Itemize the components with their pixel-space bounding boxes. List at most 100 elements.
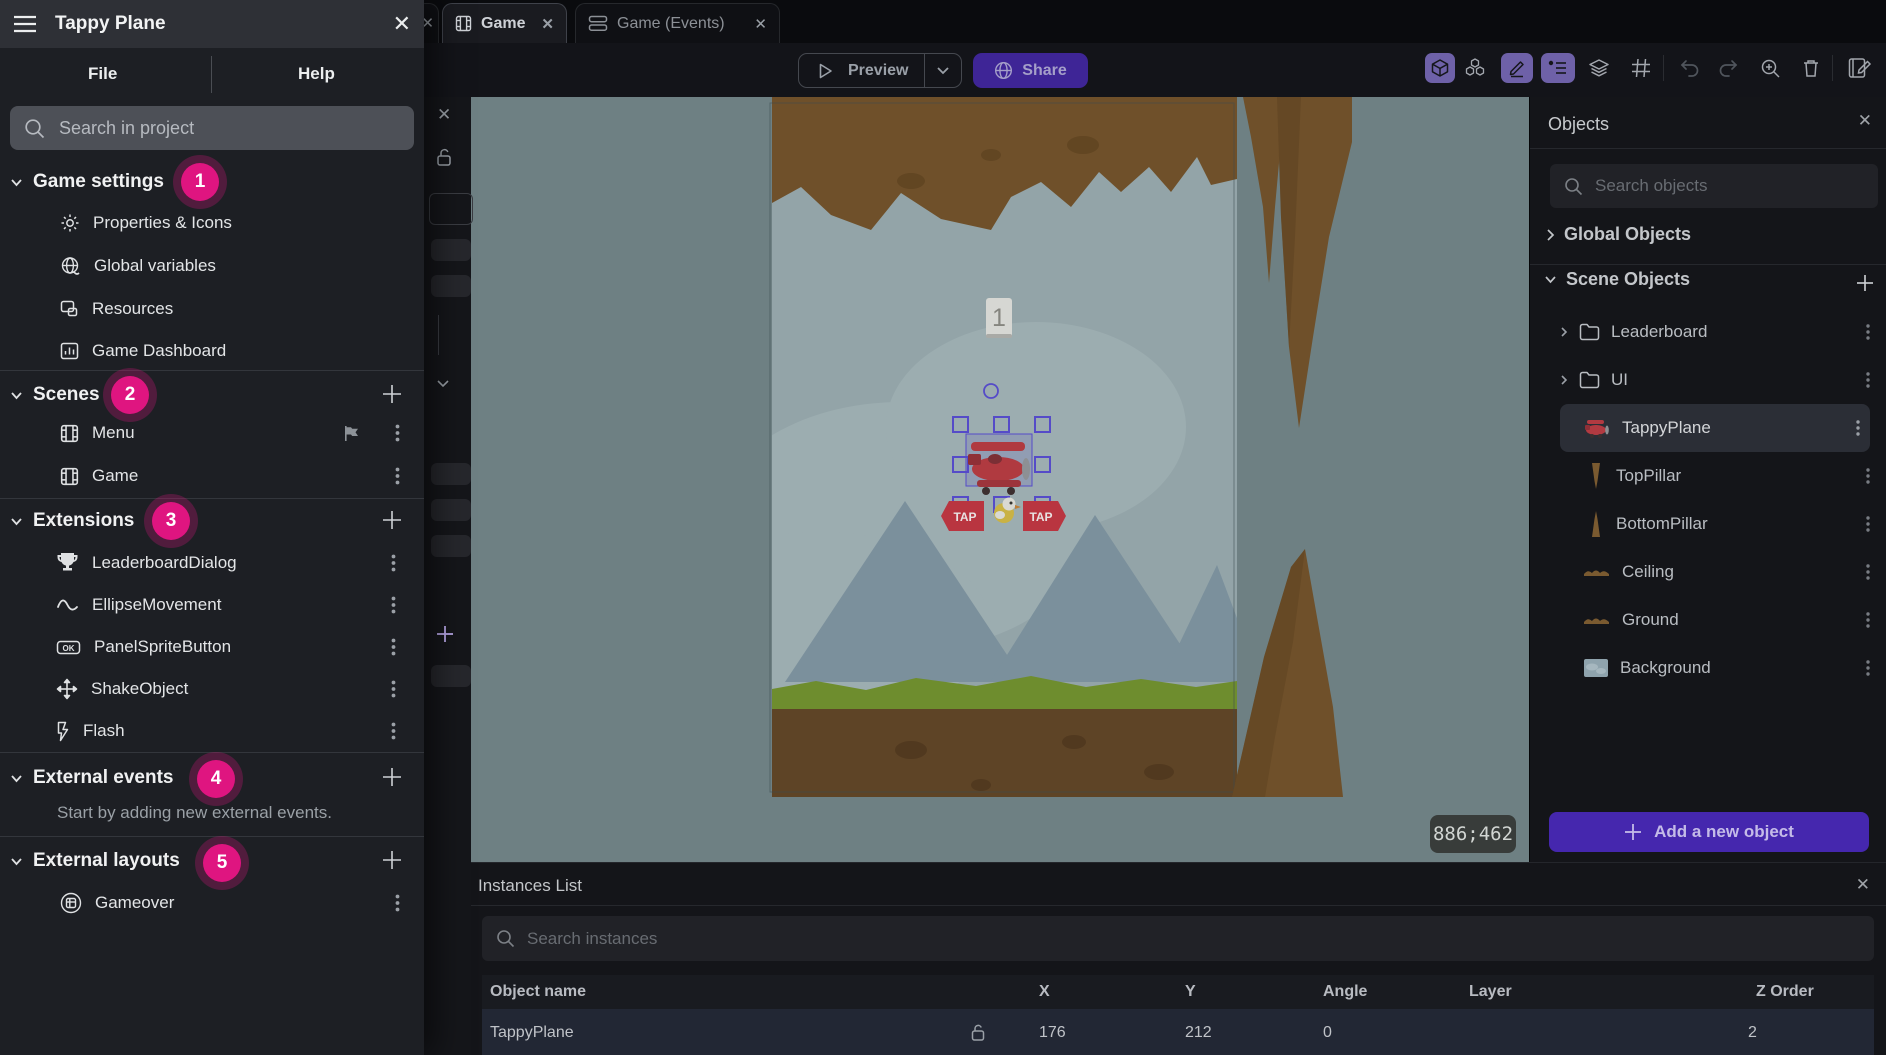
instance-angle[interactable]: 0 xyxy=(1323,1009,1332,1055)
item-resources[interactable]: Resources xyxy=(60,292,173,326)
layout-row-gameover[interactable]: Gameover xyxy=(60,886,400,920)
menu-help[interactable]: Help xyxy=(298,64,335,84)
extension-row-flash[interactable]: Flash xyxy=(56,714,396,748)
add-object-plus-icon[interactable] xyxy=(1853,271,1877,295)
zoom-in-button[interactable] xyxy=(1755,53,1785,83)
chevron-down-icon[interactable] xyxy=(436,379,450,388)
lock-open-icon[interactable] xyxy=(435,147,453,167)
object-row-tappyplane[interactable]: TappyPlane xyxy=(1560,404,1870,452)
redo-button[interactable] xyxy=(1713,53,1743,83)
object-row-ui[interactable]: UI xyxy=(1560,356,1870,404)
object-row-bottompillar[interactable]: BottomPillar xyxy=(1560,500,1870,548)
section-external-events[interactable]: External events xyxy=(10,762,173,794)
object-row-leaderboard[interactable]: Leaderboard xyxy=(1560,308,1870,356)
add-scene-button[interactable] xyxy=(380,382,404,406)
tap-button-left[interactable]: TAP xyxy=(941,501,984,531)
item-properties-icons[interactable]: Properties & Icons xyxy=(60,206,232,240)
kebab-menu-icon[interactable] xyxy=(1856,420,1860,436)
column-header[interactable]: X xyxy=(1039,975,1050,1009)
add-new-object-button[interactable]: Add a new object xyxy=(1549,812,1869,852)
undo-button[interactable] xyxy=(1675,53,1705,83)
close-tab-icon[interactable]: ✕ xyxy=(541,15,554,33)
share-button[interactable]: Share xyxy=(973,53,1088,88)
section-extensions[interactable]: Extensions xyxy=(10,505,134,537)
column-header[interactable]: Angle xyxy=(1323,975,1367,1009)
tappy-plane-instance[interactable] xyxy=(966,434,1032,495)
delete-button[interactable] xyxy=(1796,53,1826,83)
item-game-dashboard[interactable]: Game Dashboard xyxy=(60,334,226,368)
column-header[interactable]: Y xyxy=(1185,975,1196,1009)
object-row-ground[interactable]: Ground xyxy=(1560,596,1870,644)
scene-objects-header[interactable]: Scene Objects xyxy=(1544,269,1690,290)
lock-open-icon[interactable] xyxy=(970,1009,986,1055)
top-pillar-object[interactable] xyxy=(1243,97,1352,428)
extension-row-leaderboarddialog[interactable]: LeaderboardDialog xyxy=(56,546,396,580)
add-external-layout-button[interactable] xyxy=(380,848,404,872)
tap-button-right[interactable]: TAP xyxy=(1023,501,1066,531)
kebab-menu-icon[interactable] xyxy=(1866,324,1870,340)
section-game-settings[interactable]: Game settings xyxy=(10,166,164,198)
close-tab-icon[interactable]: ✕ xyxy=(754,15,767,33)
close-drawer-icon[interactable]: ✕ xyxy=(393,11,411,37)
instance-zorder[interactable]: 2 xyxy=(1748,1009,1757,1055)
kebab-menu-icon[interactable] xyxy=(395,424,400,442)
kebab-menu-icon[interactable] xyxy=(391,722,396,740)
column-header[interactable]: Z Order xyxy=(1756,975,1814,1009)
ground-dirt[interactable] xyxy=(772,697,1237,797)
object-row-ceiling[interactable]: Ceiling xyxy=(1560,548,1870,596)
kebab-menu-icon[interactable] xyxy=(1866,612,1870,628)
extension-row-ellipsemovement[interactable]: EllipseMovement xyxy=(56,588,396,622)
extension-row-panelspritebutton[interactable]: OK PanelSpriteButton xyxy=(56,630,396,664)
kebab-menu-icon[interactable] xyxy=(391,554,396,572)
preview-button[interactable]: Preview xyxy=(798,53,962,88)
edit-scene-events-button[interactable] xyxy=(1845,53,1875,83)
instance-row-tappyplane[interactable]: TappyPlane 176 212 0 2 xyxy=(482,1009,1874,1055)
section-scenes[interactable]: Scenes xyxy=(10,379,100,411)
column-header[interactable]: Object name xyxy=(490,975,586,1009)
search-in-project-input[interactable]: Search in project xyxy=(10,106,414,150)
plus-icon[interactable] xyxy=(436,625,454,643)
section-external-layouts[interactable]: External layouts xyxy=(10,845,180,877)
instances-mode-button[interactable] xyxy=(1460,53,1490,83)
extension-row-shakeobject[interactable]: ShakeObject xyxy=(56,672,396,706)
instance-y[interactable]: 212 xyxy=(1185,1009,1212,1055)
close-panel-icon[interactable]: ✕ xyxy=(1856,875,1870,895)
hamburger-menu-icon[interactable] xyxy=(13,15,37,33)
tab-game[interactable]: Game ✕ xyxy=(442,3,567,43)
kebab-menu-icon[interactable] xyxy=(1866,660,1870,676)
kebab-menu-icon[interactable] xyxy=(395,467,400,485)
grid-button[interactable] xyxy=(1626,53,1656,83)
kebab-menu-icon[interactable] xyxy=(391,596,396,614)
kebab-menu-icon[interactable] xyxy=(395,894,400,912)
item-global-variables[interactable]: Global variables xyxy=(60,249,216,283)
kebab-menu-icon[interactable] xyxy=(1866,516,1870,532)
search-objects-input[interactable]: Search objects xyxy=(1550,164,1878,208)
close-icon[interactable]: ✕ xyxy=(437,105,451,125)
instance-x[interactable]: 176 xyxy=(1039,1009,1066,1055)
chevron-down-icon[interactable] xyxy=(925,65,961,77)
scene-row-game[interactable]: Game xyxy=(60,459,400,493)
search-instances-input[interactable]: Search instances xyxy=(482,916,1874,961)
menu-file[interactable]: File xyxy=(88,64,117,84)
global-objects-header[interactable]: Global Objects xyxy=(1546,224,1691,245)
object-row-toppillar[interactable]: TopPillar xyxy=(1560,452,1870,500)
lightning-icon xyxy=(56,721,70,742)
bottom-pillar-object[interactable] xyxy=(1232,549,1343,797)
object-row-background[interactable]: Background xyxy=(1560,644,1870,692)
close-panel-icon[interactable]: ✕ xyxy=(1858,111,1872,131)
toggle-3d-view-button[interactable] xyxy=(1425,53,1455,83)
kebab-menu-icon[interactable] xyxy=(391,638,396,656)
scene-editor-canvas[interactable]: 1 TAP xyxy=(471,97,1529,862)
add-extension-button[interactable] xyxy=(380,508,404,532)
add-external-event-button[interactable] xyxy=(380,765,404,789)
tab-game-events[interactable]: Game (Events) ✕ xyxy=(575,3,780,43)
layers-panel-button[interactable] xyxy=(1584,53,1614,83)
kebab-menu-icon[interactable] xyxy=(1866,468,1870,484)
kebab-menu-icon[interactable] xyxy=(391,680,396,698)
kebab-menu-icon[interactable] xyxy=(1866,564,1870,580)
scene-row-menu[interactable]: Menu xyxy=(60,416,400,450)
properties-panel-button[interactable] xyxy=(1541,53,1575,83)
kebab-menu-icon[interactable] xyxy=(1866,372,1870,388)
column-header[interactable]: Layer xyxy=(1469,975,1512,1009)
edit-mode-button[interactable] xyxy=(1501,53,1533,83)
